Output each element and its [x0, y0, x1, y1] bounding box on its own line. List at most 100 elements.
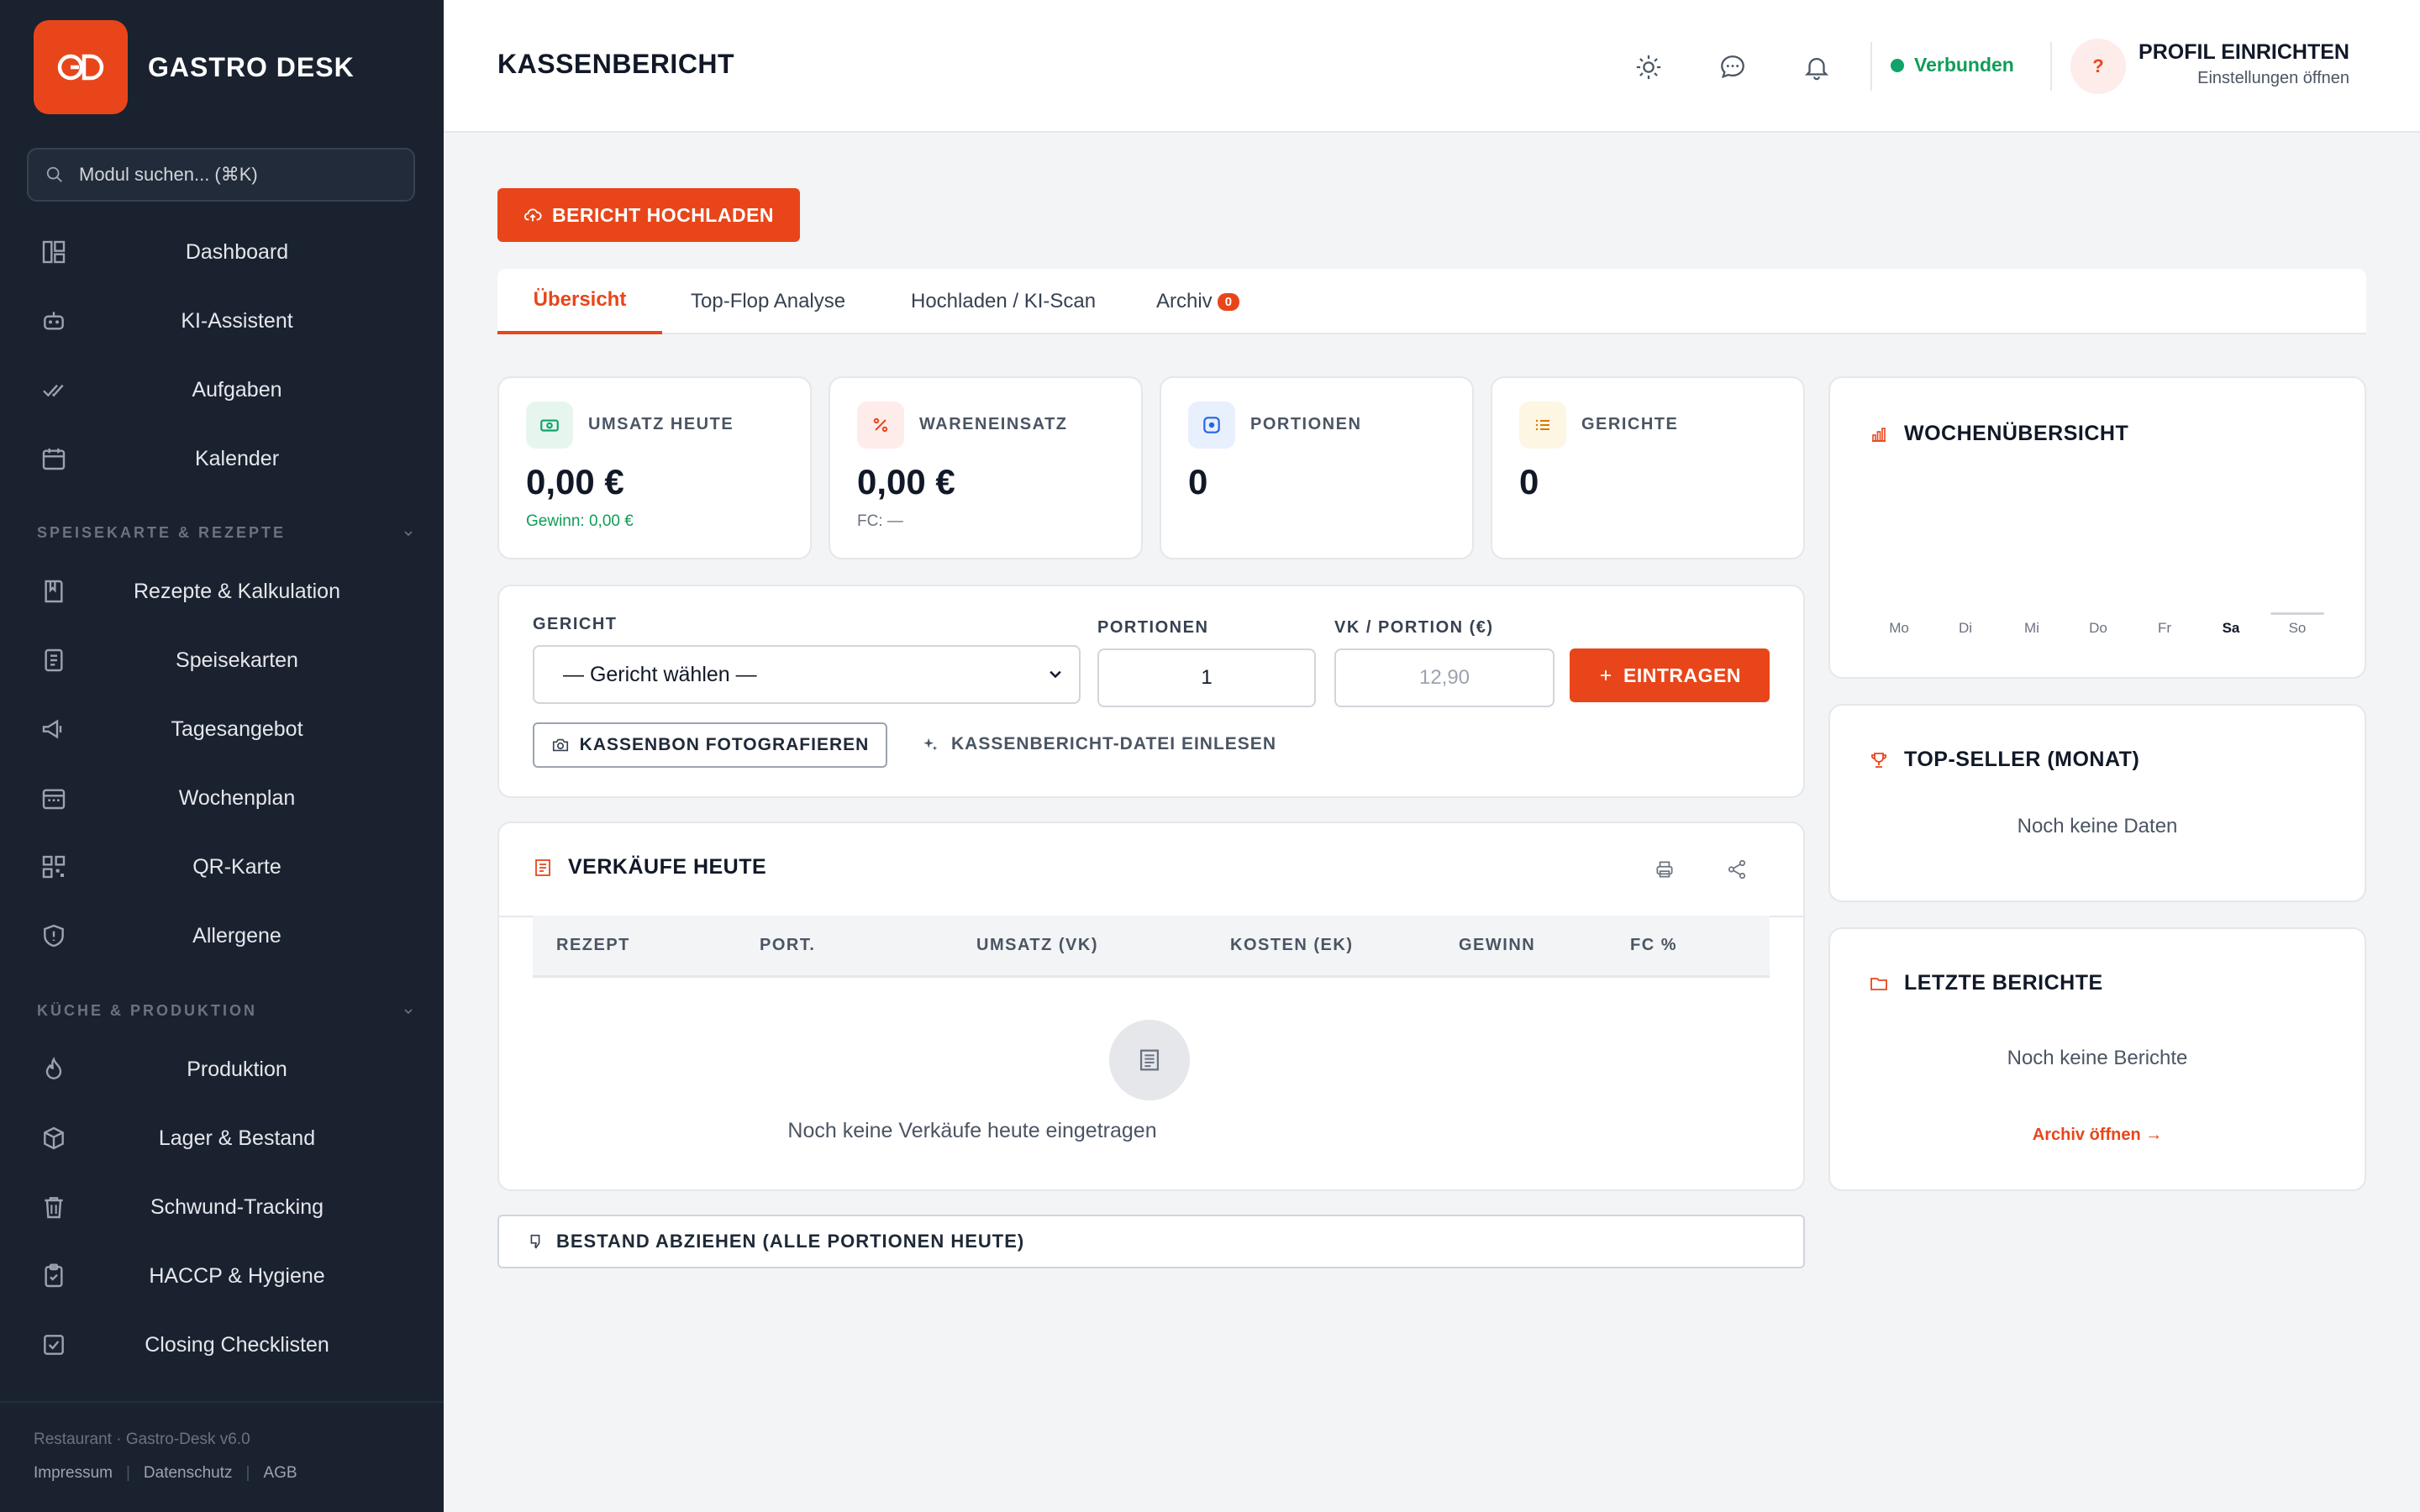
- deduct-stock-label: BESTAND ABZIEHEN (ALLE PORTIONEN HEUTE): [556, 1231, 1025, 1252]
- share-button[interactable]: [1726, 858, 1748, 885]
- open-archive-link[interactable]: Archiv öffnen →: [1830, 1126, 2365, 1145]
- profile-title[interactable]: PROFIL EINRICHTEN: [2139, 40, 2349, 65]
- tab-label: Archiv: [1156, 290, 1213, 312]
- profile-avatar[interactable]: ?: [2070, 39, 2126, 94]
- top-seller-empty: Noch keine Daten: [2017, 815, 2178, 837]
- recent-reports-title-text: LETZTE BERICHTE: [1904, 971, 2103, 995]
- photo-receipt-button[interactable]: KASSENBON FOTOGRAFIEREN: [533, 722, 887, 768]
- nav-aufgaben[interactable]: Aufgaben: [34, 363, 415, 417]
- nav-label: Closing Checklisten: [145, 1332, 329, 1357]
- week-day-label: Do: [2089, 620, 2107, 636]
- nav-produktion[interactable]: Produktion: [34, 1042, 415, 1096]
- column-header[interactable]: REZEPT: [556, 936, 630, 955]
- nav-label: Aufgaben: [192, 377, 282, 402]
- nav-label: QR-Karte: [192, 854, 281, 879]
- kpi-sub: Gewinn: 0,00 €: [526, 512, 634, 530]
- week-bar: [2204, 612, 2258, 615]
- week-day-label: Mo: [1889, 620, 1909, 636]
- section-kueche[interactable]: KÜCHE & PRODUKTION: [37, 1002, 415, 1020]
- nav-haccp[interactable]: HACCP & Hygiene: [34, 1249, 415, 1303]
- portions-input[interactable]: [1097, 648, 1316, 707]
- notifications-button[interactable]: [1800, 50, 1833, 84]
- kpi-label: GERICHTE: [1581, 415, 1679, 433]
- brand-name: GASTRO DESK: [148, 51, 355, 82]
- footer-links: Impressum | Datenschutz | AGB: [34, 1464, 297, 1483]
- nav-label: Speisekarten: [176, 648, 298, 672]
- messages-button[interactable]: [1716, 50, 1749, 84]
- nav-tagesangebot[interactable]: Tagesangebot: [34, 702, 415, 756]
- theme-toggle[interactable]: [1632, 50, 1665, 84]
- column-header[interactable]: GEWINN: [1459, 936, 1535, 955]
- plus-icon: [1601, 670, 1612, 680]
- deduct-stock-button[interactable]: BESTAND ABZIEHEN (ALLE PORTIONEN HEUTE): [497, 1215, 1805, 1268]
- tab-archiv[interactable]: Archiv 0: [1156, 269, 1240, 334]
- calendar-week-icon: [42, 789, 66, 810]
- tab-hochladen[interactable]: Hochladen / KI-Scan: [911, 269, 1096, 334]
- bell-icon: [1804, 58, 1829, 81]
- nav-rezepte[interactable]: Rezepte & Kalkulation: [34, 564, 415, 618]
- megaphone-icon: [42, 719, 62, 739]
- chevron-down-icon: [404, 530, 413, 536]
- week-bar: [2005, 612, 2059, 615]
- module-search-input[interactable]: [79, 164, 398, 186]
- folder-icon: [1870, 977, 1887, 990]
- nav-wochenplan[interactable]: Wochenplan: [34, 771, 415, 825]
- photo-receipt-label: KASSENBON FOTOGRAFIEREN: [579, 735, 870, 754]
- nav-kalender[interactable]: Kalender: [34, 432, 415, 486]
- section-speisekarte[interactable]: SPEISEKARTE & REZEPTE: [37, 524, 415, 542]
- week-bar: [2270, 612, 2324, 615]
- week-bar: [1939, 612, 1992, 615]
- sparkle-icon: [923, 738, 938, 751]
- cash-icon: [540, 419, 559, 432]
- nav-ki-assistent[interactable]: KI-Assistent: [34, 294, 415, 348]
- top-header: KASSENBERICHT Verbunden ? PROFIL EINRICH…: [444, 0, 2420, 133]
- nav-closing[interactable]: Closing Checklisten: [34, 1318, 415, 1372]
- link-datenschutz[interactable]: Datenschutz: [144, 1464, 233, 1483]
- column-header[interactable]: UMSATZ (VK): [976, 936, 1098, 955]
- column-header[interactable]: FC %: [1630, 936, 1677, 955]
- archive-count-badge: 0: [1217, 292, 1240, 311]
- price-input[interactable]: [1334, 648, 1555, 707]
- dish-label: GERICHT: [533, 615, 618, 633]
- kpi-value: 0,00 €: [526, 462, 624, 501]
- nav-allergene[interactable]: Allergene: [34, 909, 415, 963]
- sales-title-text: VERKÄUFE HEUTE: [568, 855, 767, 879]
- sidebar: GASTRO DESK Dashboard KI-Assistent Aufga…: [0, 0, 444, 1512]
- nav-qr-karte[interactable]: QR-Karte: [34, 840, 415, 894]
- brand[interactable]: GASTRO DESK: [34, 20, 355, 114]
- nav-label: Dashboard: [185, 239, 289, 264]
- column-header[interactable]: KOSTEN (EK): [1230, 936, 1354, 955]
- link-agb[interactable]: AGB: [263, 1464, 297, 1483]
- nav-schwund[interactable]: Schwund-Tracking: [34, 1180, 415, 1234]
- column-header[interactable]: PORT.: [760, 936, 815, 955]
- upload-report-button[interactable]: BERICHT HOCHLADEN: [497, 188, 800, 242]
- receipt-icon: [535, 858, 550, 876]
- print-button[interactable]: [1654, 858, 1676, 885]
- section-title: SPEISEKARTE & REZEPTE: [37, 524, 287, 541]
- nav-speisekarten[interactable]: Speisekarten: [34, 633, 415, 687]
- tab-top-flop[interactable]: Top-Flop Analyse: [691, 269, 845, 334]
- kpi-sub: FC: —: [857, 512, 903, 530]
- kpi-label: PORTIONEN: [1250, 415, 1362, 433]
- dish-select[interactable]: — Gericht wählen —: [533, 645, 1081, 704]
- link-impressum[interactable]: Impressum: [34, 1464, 113, 1483]
- nav-lager[interactable]: Lager & Bestand: [34, 1111, 415, 1165]
- read-report-file-link[interactable]: KASSENBERICHT-DATEI EINLESEN: [921, 734, 1276, 754]
- nav-label: Allergene: [192, 923, 281, 948]
- week-overview-card: WOCHENÜBERSICHT Mo Di Mi Do Fr Sa So: [1828, 376, 2366, 679]
- enter-button[interactable]: EINTRAGEN: [1570, 648, 1770, 702]
- upload-report-label: BERICHT HOCHLADEN: [551, 203, 775, 226]
- receipt-icon: [1139, 1049, 1160, 1071]
- nav-dashboard[interactable]: Dashboard: [34, 225, 415, 279]
- nav-label: HACCP & Hygiene: [149, 1263, 325, 1288]
- qr-code-icon: [42, 855, 66, 879]
- tab-uebersicht[interactable]: Übersicht: [497, 269, 662, 334]
- profile-subtitle[interactable]: Einstellungen öffnen: [2197, 69, 2349, 88]
- module-search[interactable]: [27, 148, 415, 202]
- dish-select-value: — Gericht wählen —: [563, 662, 757, 686]
- sun-icon: [1636, 55, 1661, 80]
- kpi-card-umsatz: UMSATZ HEUTE 0,00 € Gewinn: 0,00 €: [497, 376, 812, 559]
- trophy-icon: [1870, 752, 1887, 768]
- week-title-text: WOCHENÜBERSICHT: [1904, 422, 2129, 445]
- robot-icon: [44, 312, 64, 330]
